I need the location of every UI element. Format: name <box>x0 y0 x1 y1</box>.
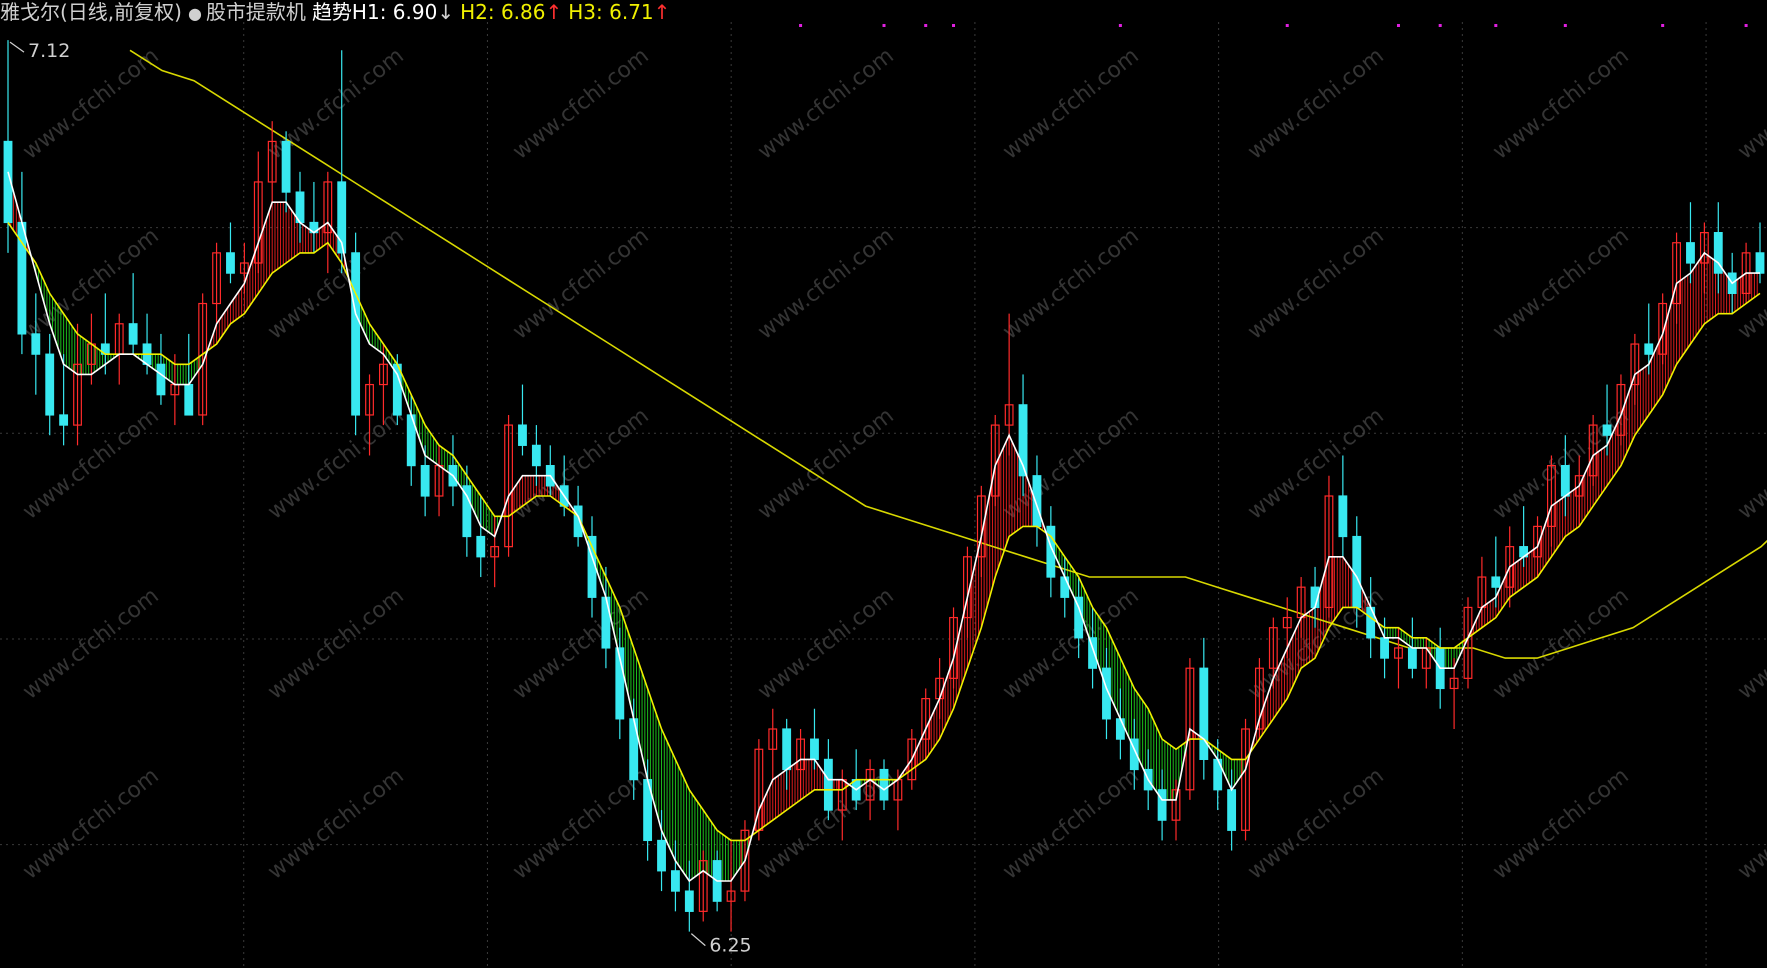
watermark: www.cfchi.com <box>998 43 1143 164</box>
candle-body <box>810 738 819 760</box>
candle-body <box>476 535 486 558</box>
high-price-label: 7.12 <box>28 40 70 62</box>
watermark: www.cfchi.com <box>1243 43 1388 164</box>
signal-dot <box>1118 24 1122 27</box>
low-pointer-icon <box>690 933 706 947</box>
watermark: www.cfchi.com <box>508 43 653 164</box>
low-price-label: 6.25 <box>709 935 751 957</box>
candle-body <box>657 839 666 872</box>
watermark: www.cfchi.com <box>18 583 163 704</box>
watermark: www.cfchi.com <box>753 43 898 164</box>
signal-dot <box>1744 24 1748 27</box>
candle-body <box>420 465 430 497</box>
signal-dot <box>1494 24 1498 27</box>
settings-icon[interactable]: ● <box>188 4 202 23</box>
watermark: www.cfchi.com <box>753 223 898 344</box>
candle-body <box>601 596 611 649</box>
candle-body <box>1199 667 1209 760</box>
candle-body <box>1060 576 1070 598</box>
watermark: www.cfchi.com <box>1733 763 1767 884</box>
watermark: www.cfchi.com <box>1733 403 1767 524</box>
chart-header: 雅戈尔(日线,前复权) ● 股市提款机 趋势H1: 6.90↓ H2: 6.86↑ H3:… <box>0 0 676 24</box>
watermark: www.cfchi.com <box>18 763 163 884</box>
indicator-name[interactable]: 股市提款机 <box>206 0 306 24</box>
signal-dots <box>799 24 1748 27</box>
watermark: www.cfchi.com <box>1733 43 1767 164</box>
watermark: www.cfchi.com <box>18 403 163 524</box>
candle-body <box>1602 424 1612 436</box>
candle-body <box>226 252 235 274</box>
candle-body <box>31 333 41 355</box>
candle-body <box>1491 576 1501 588</box>
signal-dot <box>1285 24 1289 27</box>
candles <box>3 40 1765 932</box>
candle-body <box>531 444 541 467</box>
watermark: www.cfchi.com <box>508 763 653 884</box>
trend-h3: H3: 6.71 <box>568 0 654 24</box>
candle-body <box>281 140 291 193</box>
candlestick-chart: www.cfchi.com www.cfchi.com www.cfchi.com w… <box>0 0 1767 968</box>
watermark: www.cfchi.com <box>1488 43 1633 164</box>
signal-dot <box>1438 24 1442 27</box>
candle-body <box>1686 242 1695 264</box>
watermark: www.cfchi.com <box>998 223 1143 344</box>
watermark: www.cfchi.com <box>998 763 1143 884</box>
watermark: www.cfchi.com <box>1488 403 1633 524</box>
chart-canvas: www.cfchi.com www.cfchi.com www.cfchi.com w… <box>0 22 1767 968</box>
candle-body <box>128 323 138 345</box>
candle-body <box>184 383 194 416</box>
candle-body <box>1380 637 1389 659</box>
candle-body <box>782 728 792 771</box>
watermark: www.cfchi.com <box>263 583 408 704</box>
candle-body <box>518 424 527 446</box>
signal-dot <box>882 24 886 27</box>
arrow-up-icon: ↑ <box>653 0 671 24</box>
candle-body <box>1157 789 1167 821</box>
watermark: www.cfchi.com <box>1488 763 1633 884</box>
trend-h2: H2: 6.86 <box>460 0 546 24</box>
candle-body <box>1338 495 1348 538</box>
signal-dot <box>1661 24 1665 27</box>
watermark: www.cfchi.com <box>263 403 408 524</box>
candle-body <box>462 485 472 538</box>
candle-body <box>879 768 889 801</box>
watermark: www.cfchi.com <box>1243 403 1388 524</box>
candle-body <box>1644 343 1654 355</box>
annotations: 7.12 6.25 <box>9 40 752 957</box>
candle-body <box>351 252 361 416</box>
slow-line <box>7 222 1761 842</box>
watermark: www.cfchi.com <box>1243 763 1388 884</box>
watermark: www.cfchi.com <box>1733 583 1767 704</box>
candle-body <box>684 890 694 912</box>
candle-body <box>1407 647 1417 669</box>
trend-h1: 趋势H1: 6.90 <box>311 0 438 24</box>
candle-body <box>1227 789 1237 831</box>
watermark: www.cfchi.com <box>1243 223 1388 344</box>
signal-dot <box>924 24 928 27</box>
candle-body <box>1755 252 1765 274</box>
candle-body <box>1115 718 1125 740</box>
watermark: www.cfchi.com <box>753 403 898 524</box>
watermark: www.cfchi.com <box>753 583 898 704</box>
candle-body <box>1032 475 1042 527</box>
candle-body <box>59 414 69 426</box>
candle-body <box>823 758 833 811</box>
candle-body <box>45 353 55 416</box>
signal-dot <box>1563 24 1567 27</box>
watermark: www.cfchi.com <box>998 583 1143 704</box>
candle-body <box>671 870 680 892</box>
signal-dot <box>799 24 803 27</box>
arrow-down-icon: ↓ <box>437 0 455 24</box>
watermarks: www.cfchi.com www.cfchi.com www.cfchi.com w… <box>18 43 1767 884</box>
signal-dot <box>952 24 956 27</box>
candle-body <box>1560 465 1570 497</box>
high-pointer-icon <box>9 41 25 53</box>
watermark: www.cfchi.com <box>1488 223 1633 344</box>
arrow-up-icon: ↑ <box>545 0 563 24</box>
candle-body <box>156 363 166 396</box>
stock-name: 雅戈尔(日线,前复权) <box>0 0 182 24</box>
watermark: www.cfchi.com <box>263 763 408 884</box>
signal-dot <box>1396 24 1400 27</box>
